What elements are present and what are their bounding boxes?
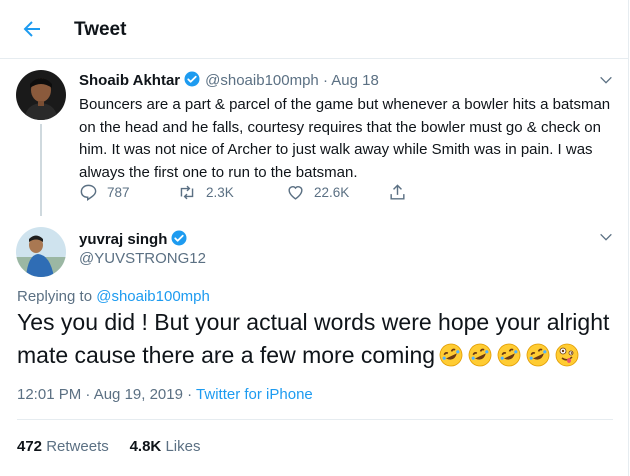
verified-badge-icon — [184, 71, 200, 87]
zany-face-emoji-icon — [555, 343, 579, 367]
tweet-source[interactable]: Twitter for iPhone — [196, 386, 313, 403]
page-title: Tweet — [74, 19, 127, 40]
rolling-on-floor-laughing-emoji-icon — [526, 343, 550, 367]
rolling-on-floor-laughing-emoji-icon — [439, 343, 463, 367]
yuvraj-avatar[interactable] — [16, 227, 66, 277]
shoaib-avatar[interactable] — [16, 70, 66, 120]
reply-author-row: yuvraj singh — [79, 229, 192, 248]
share-icon — [390, 184, 405, 200]
retweets-label: Retweets — [46, 438, 109, 455]
rolling-on-floor-laughing-emoji-icon — [497, 343, 521, 367]
replying-to-link[interactable]: @shoaib100mph — [96, 288, 210, 305]
retweet-action[interactable]: 2.3K — [177, 183, 234, 202]
verified-badge-icon — [171, 230, 187, 246]
author-name[interactable]: Shoaib Akhtar — [79, 72, 180, 89]
engagement-stats: 472 Retweets 4.8K Likes — [17, 438, 200, 455]
heart-icon — [288, 186, 303, 200]
tweet-metadata: 12:01 PM · Aug 19, 2019 · Twitter for iP… — [17, 386, 313, 403]
divider — [17, 419, 613, 420]
chevron-down-icon[interactable] — [598, 229, 614, 245]
retweet-count: 2.3K — [206, 185, 234, 200]
tweet-timestamp[interactable]: 12:01 PM · Aug 19, 2019 · — [17, 386, 192, 403]
original-tweet-header: Shoaib Akhtar @shoaib100mph · Aug 18 — [79, 70, 379, 89]
reply-icon — [80, 184, 97, 201]
reply-count: 787 — [107, 185, 130, 200]
retweet-icon — [180, 185, 194, 200]
dot-separator: · — [322, 72, 328, 89]
replying-to: Replying to @shoaib100mph — [17, 288, 210, 305]
rolling-on-floor-laughing-emoji-icon — [468, 343, 492, 367]
retweet-total: 472 — [17, 438, 43, 455]
reply-tweet-text-block: Yes you did ! But your actual words were… — [17, 306, 617, 372]
likes-stat[interactable]: 4.8K Likes — [130, 438, 201, 455]
author-handle[interactable]: @shoaib100mph — [205, 72, 319, 89]
thread-line — [40, 124, 42, 216]
like-action[interactable]: 22.6K — [286, 183, 349, 202]
share-action[interactable] — [388, 183, 416, 202]
page-header: Tweet — [0, 0, 628, 59]
like-total: 4.8K — [129, 438, 162, 455]
retweets-stat[interactable]: 472 Retweets — [17, 438, 109, 455]
back-arrow-icon[interactable] — [20, 17, 44, 41]
likes-label: Likes — [165, 438, 201, 455]
tweet-detail-panel: Tweet Shoaib Akhtar @shoaib100mph · Aug 1… — [0, 0, 629, 476]
chevron-down-icon[interactable] — [598, 72, 614, 88]
replying-prefix: Replying to — [17, 288, 93, 305]
like-count: 22.6K — [314, 185, 350, 200]
tweet-date[interactable]: Aug 18 — [331, 72, 379, 89]
reply-author-handle[interactable]: @YUVSTRONG12 — [79, 250, 206, 267]
emoji-row — [439, 343, 584, 367]
original-tweet-text: Bouncers are a part & parcel of the game… — [79, 96, 611, 181]
reply-author-name[interactable]: yuvraj singh — [79, 231, 167, 248]
reply-action[interactable]: 787 — [79, 183, 130, 202]
